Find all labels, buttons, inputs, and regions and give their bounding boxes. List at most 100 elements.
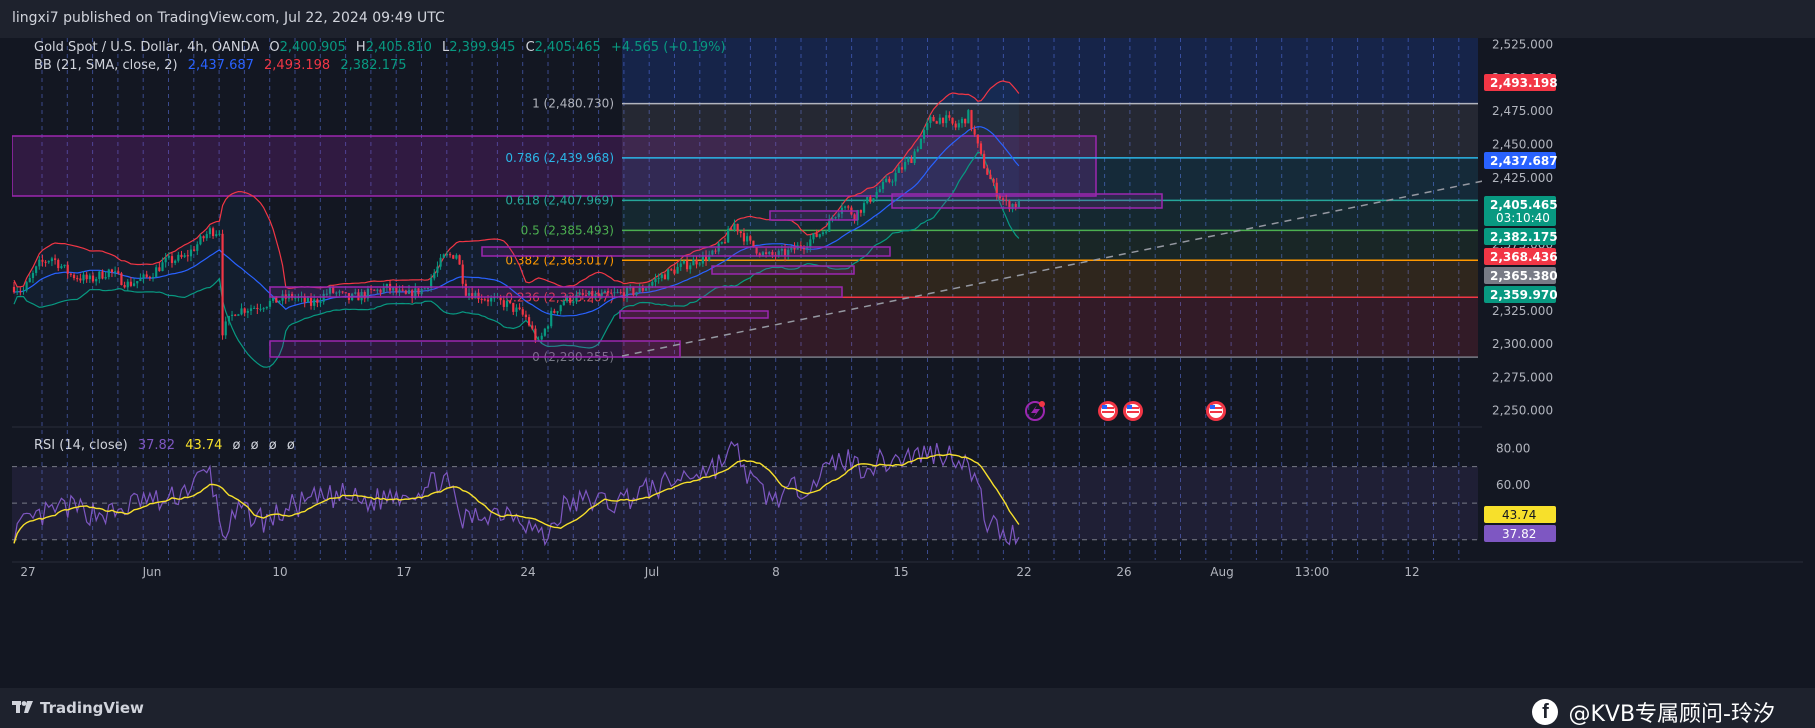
price-badge-value: 2,405.465: [1490, 198, 1558, 212]
candle-body: [41, 259, 44, 262]
candle-body: [825, 231, 828, 233]
candle-body: [16, 291, 19, 293]
candle-body: [126, 281, 129, 288]
change-value: +4.565 (+0.19%): [610, 40, 726, 55]
chart-area[interactable]: 1 (2,480.730) 0.786 (2,439.968) 0.618 (2,4…: [12, 38, 1803, 688]
candle-body: [862, 203, 866, 213]
bb-label: BB (21, SMA, close, 2): [34, 58, 178, 73]
rsi-badge: 37.82: [1484, 525, 1556, 542]
candle-body: [63, 264, 66, 267]
candle-body: [12, 286, 16, 293]
candle-body: [979, 143, 983, 154]
candle-body: [101, 271, 104, 279]
chart-canvas[interactable]: 1 (2,480.730) 0.786 (2,439.968) 0.618 (2,4…: [12, 38, 1803, 688]
candle-body: [442, 254, 445, 258]
bb-basis-value: 2,437.687: [187, 58, 254, 73]
zone-box: [769, 210, 858, 221]
rsi-badge: 43.74: [1484, 506, 1556, 523]
candle-body: [221, 233, 224, 336]
candle-body: [439, 257, 442, 267]
candle-body: [98, 271, 101, 279]
candle-body: [211, 228, 215, 237]
candle-body: [309, 297, 313, 306]
candle-body: [461, 264, 464, 284]
candle-body: [104, 276, 107, 279]
time-tick-label: 22: [1016, 565, 1031, 579]
candle-body: [240, 308, 243, 315]
candle-body: [685, 260, 689, 270]
candle-body: [951, 117, 954, 124]
candle-body: [142, 274, 145, 279]
candle-body: [954, 123, 957, 128]
high-value: 2,405.810: [365, 40, 432, 55]
candle-body: [948, 115, 951, 118]
candle-body: [992, 179, 995, 183]
zone-box: [891, 193, 1163, 209]
us-flag-icon[interactable]: [1206, 401, 1226, 421]
candle-body: [208, 228, 212, 235]
candle-body: [259, 308, 262, 310]
candle-body: [660, 274, 663, 278]
rsi-extra-4: ø: [286, 438, 295, 453]
us-flag-icon[interactable]: [1098, 401, 1118, 421]
candle-body: [174, 260, 177, 263]
close-value: 2,405.465: [534, 40, 601, 55]
candle-body: [663, 274, 667, 280]
bb-upper-value: 2,493.198: [264, 58, 331, 73]
candle-body: [723, 242, 727, 244]
candle-body: [881, 181, 885, 190]
fib-level-label: 0.786 (2,439.968): [505, 151, 614, 165]
candle-body: [234, 314, 237, 316]
candle-body: [164, 257, 167, 263]
candle-body: [900, 167, 904, 170]
candle-body: [559, 305, 562, 312]
candle-body: [692, 259, 695, 266]
candle-body: [123, 285, 126, 288]
candle-body: [809, 239, 812, 248]
candle-body: [720, 242, 723, 244]
candle-body: [262, 308, 265, 310]
candle-body: [935, 121, 938, 124]
candle-body: [875, 192, 878, 199]
candle-body: [218, 233, 221, 235]
candle-body: [913, 151, 916, 163]
candle-body: [151, 277, 155, 279]
candle-body: [733, 223, 736, 230]
candle-body: [132, 283, 136, 286]
candle-body: [196, 244, 199, 251]
candle-body: [866, 197, 869, 204]
us-flag-icon[interactable]: [1123, 401, 1143, 421]
symbol-name: Gold Spot / U.S. Dollar, 4h, OANDA: [34, 40, 260, 55]
zone-box: [481, 246, 891, 257]
price-tick-label: 2,275.000: [1492, 370, 1553, 384]
tradingview-logo[interactable]: TradingView: [12, 699, 144, 717]
candle-body: [230, 314, 234, 316]
time-tick-label: 15: [893, 565, 908, 579]
price-badge: 2,365.380: [1484, 267, 1558, 284]
candle-body: [695, 259, 698, 265]
candle-body: [136, 281, 139, 284]
candle-body: [306, 297, 309, 303]
candle-body: [527, 317, 531, 326]
candle-body: [888, 178, 891, 182]
candle-body: [139, 278, 142, 282]
price-badge: 2,405.46503:10:40: [1484, 196, 1558, 226]
candle-body: [224, 321, 227, 336]
candle-body: [926, 122, 929, 131]
rsi-extra-2: ø: [250, 438, 259, 453]
price-tick-label: 2,525.000: [1492, 38, 1553, 52]
candle-body: [483, 299, 486, 301]
candle-body: [22, 290, 25, 292]
price-tick-label: 2,325.000: [1492, 304, 1553, 318]
countdown-label: 03:10:40: [1496, 211, 1550, 225]
candle-body: [170, 256, 174, 263]
rsi-badge-value: 43.74: [1502, 508, 1536, 522]
candle-body: [986, 168, 989, 175]
candle-body: [651, 281, 654, 286]
candle-body: [319, 301, 322, 303]
candle-body: [193, 249, 196, 251]
candle-body: [161, 262, 164, 272]
candle-body: [66, 264, 69, 274]
publish-bar: lingxi7 published on TradingView.com, Ju…: [0, 0, 1815, 38]
price-tick-label: 2,250.000: [1492, 404, 1553, 418]
